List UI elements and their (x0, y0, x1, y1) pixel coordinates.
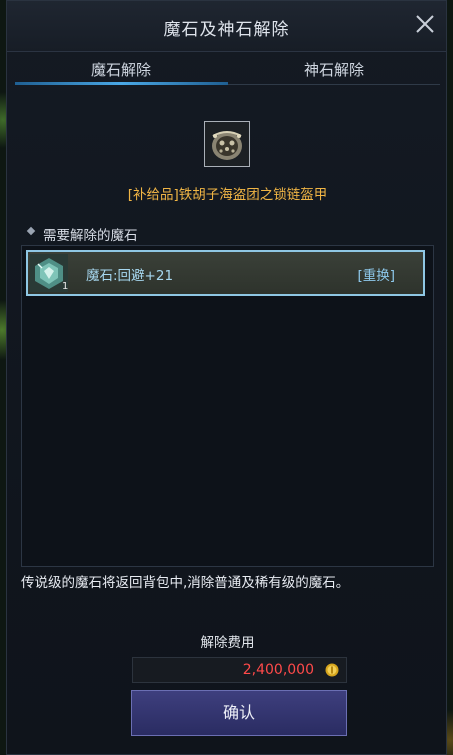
tab-magic-stone-removal[interactable]: 魔石解除 (15, 57, 227, 85)
stone-removal-window: 魔石及神石解除 魔石解除 神石解除 [补给品]铁胡子海盗团之锁链盔甲 需要解除的… (6, 0, 447, 755)
stone-label: 魔石:回避+21 (86, 268, 174, 284)
cost-label: 解除费用 (200, 635, 255, 651)
stone-count: 1 (62, 281, 69, 292)
cost-display: 2,400,000 (132, 657, 347, 683)
gold-coin-icon (325, 663, 339, 677)
tab-bar: 魔石解除 神石解除 (15, 57, 440, 85)
active-tab-indicator (15, 82, 228, 85)
chain-armor-icon (205, 122, 249, 166)
stone-list: 1 魔石:回避+21 [重换] (21, 245, 434, 567)
item-name: [补给品]铁胡子海盗团之锁链盔甲 (127, 187, 328, 203)
list-item[interactable]: 1 魔石:回避+21 [重换] (26, 250, 425, 296)
cost-value: 2,400,000 (242, 662, 314, 678)
window-title: 魔石及神石解除 (163, 20, 290, 40)
replace-link[interactable]: [重换] (357, 264, 395, 284)
title-bar: 魔石及神石解除 (7, 1, 446, 52)
notice-text: 传说级的魔石将返回背包中,消除普通及稀有级的魔石。 (21, 575, 350, 591)
item-slot[interactable] (204, 121, 250, 167)
bullet-icon (26, 226, 36, 236)
close-icon[interactable] (412, 11, 438, 37)
confirm-button[interactable]: 确认 (131, 690, 347, 736)
tab-god-stone-removal[interactable]: 神石解除 (228, 57, 440, 85)
section-label: 需要解除的魔石 (43, 228, 138, 244)
